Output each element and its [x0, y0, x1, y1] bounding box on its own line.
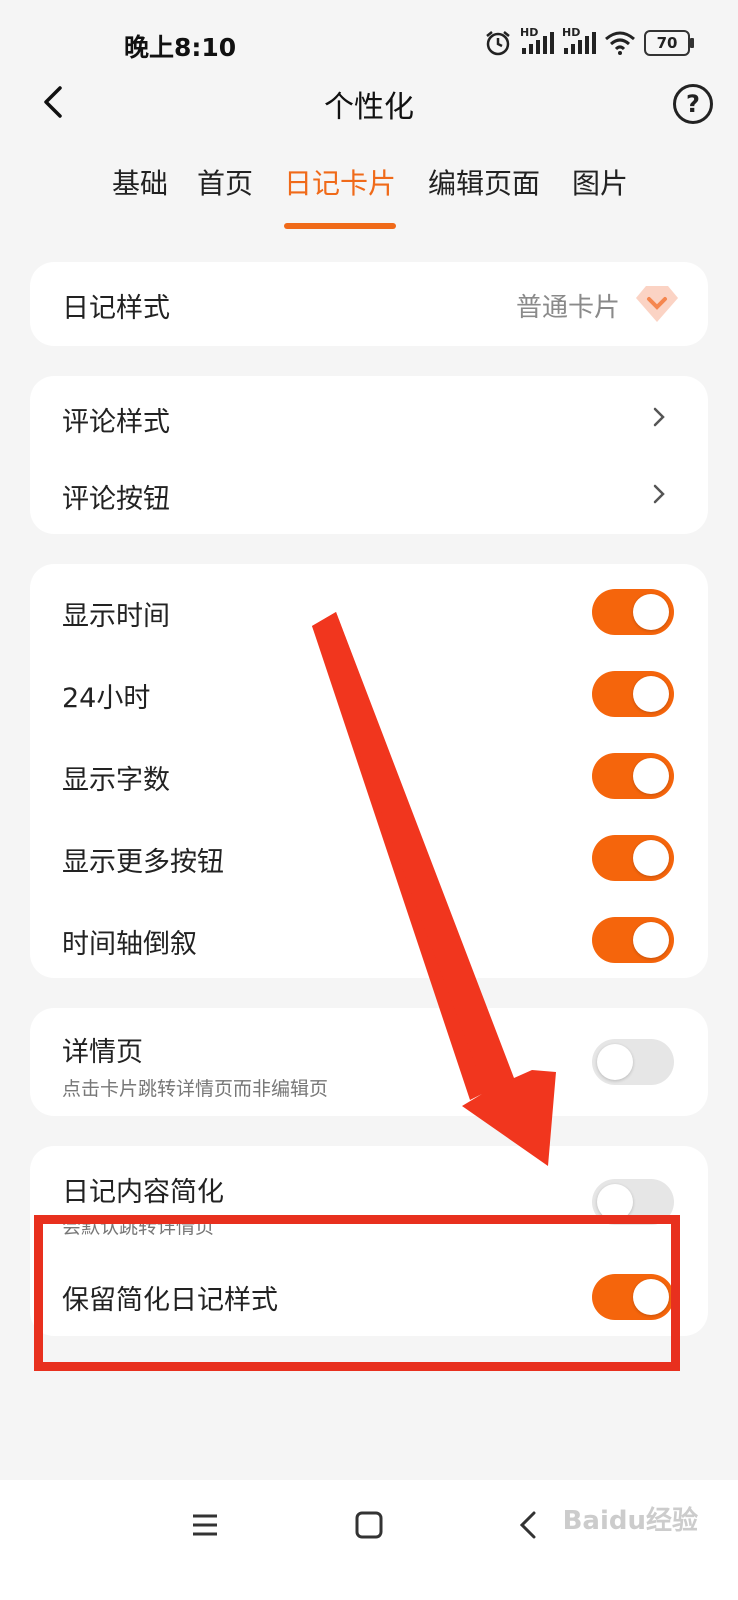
timeline-reverse-toggle[interactable] — [592, 917, 674, 963]
tab-basic[interactable]: 基础 — [112, 162, 168, 202]
battery-indicator: 70 — [644, 30, 694, 56]
active-tab-indicator — [284, 223, 396, 229]
tab-home[interactable]: 首页 — [197, 162, 253, 202]
display-settings-card: 显示时间 24小时 显示字数 显示更多按钮 时间轴倒叙 — [30, 564, 708, 978]
menu-icon[interactable] — [190, 1510, 220, 1540]
show-time-label: 显示时间 — [62, 601, 170, 632]
detail-page-card: 详情页 点击卡片跳转详情页而非编辑页 — [30, 1008, 708, 1116]
diary-style-row[interactable]: 日记样式 普通卡片 — [30, 262, 708, 346]
show-word-count-toggle[interactable] — [592, 753, 674, 799]
tab-bar: 基础 首页 日记卡片 编辑页面 图片 — [0, 162, 738, 222]
wifi-icon — [605, 31, 635, 55]
page-title: 个性化 — [324, 90, 414, 125]
toggle-knob — [633, 840, 669, 876]
chevron-right-icon — [653, 407, 665, 427]
tab-diary-card[interactable]: 日记卡片 — [284, 162, 396, 202]
annotation-highlight-box — [34, 1215, 680, 1371]
system-nav-bar — [0, 1480, 738, 1600]
toggle-knob — [633, 594, 669, 630]
signal-hd-label-1: HD — [520, 26, 539, 39]
show-word-count-label: 显示字数 — [62, 765, 170, 796]
status-time: 晚上8:10 — [124, 33, 237, 62]
timeline-reverse-label: 时间轴倒叙 — [62, 929, 197, 960]
toggle-knob — [633, 922, 669, 958]
detail-page-label: 详情页 — [62, 1037, 143, 1068]
home-icon[interactable] — [354, 1510, 384, 1540]
simplify-content-label: 日记内容简化 — [62, 1177, 224, 1208]
tab-edit-page[interactable]: 编辑页面 — [428, 162, 540, 202]
question-icon[interactable]: ? — [673, 84, 713, 124]
toggle-knob — [633, 676, 669, 712]
tab-image[interactable]: 图片 — [572, 162, 628, 202]
show-more-button-toggle[interactable] — [592, 835, 674, 881]
24-hour-toggle[interactable] — [592, 671, 674, 717]
status-icons: HD HD 70 — [484, 26, 694, 58]
24-hour-label: 24小时 — [62, 683, 151, 714]
comment-settings-card: 评论样式 评论按钮 — [30, 376, 708, 534]
alarm-icon — [486, 31, 510, 56]
back-nav-icon[interactable] — [516, 1510, 542, 1540]
signal-hd-label-2: HD — [562, 26, 581, 39]
signal-1: HD — [520, 26, 554, 56]
chevron-right-icon — [653, 484, 665, 504]
show-time-toggle[interactable] — [592, 589, 674, 635]
toggle-knob — [633, 758, 669, 794]
comment-style-row[interactable]: 评论样式 — [30, 376, 708, 455]
show-more-button-label: 显示更多按钮 — [62, 847, 224, 878]
comment-style-label: 评论样式 — [62, 407, 170, 438]
detail-page-toggle[interactable] — [592, 1039, 674, 1085]
diamond-icon — [636, 286, 678, 322]
watermark: Baidu经验 — [562, 1506, 698, 1536]
diary-style-value: 普通卡片 — [515, 293, 620, 323]
comment-button-label: 评论按钮 — [62, 484, 170, 515]
signal-2: HD — [562, 26, 596, 56]
toggle-knob — [597, 1044, 633, 1080]
diary-style-label: 日记样式 — [62, 293, 170, 324]
detail-page-description: 点击卡片跳转详情页而非编辑页 — [62, 1078, 329, 1100]
comment-button-row[interactable]: 评论按钮 — [30, 455, 708, 534]
